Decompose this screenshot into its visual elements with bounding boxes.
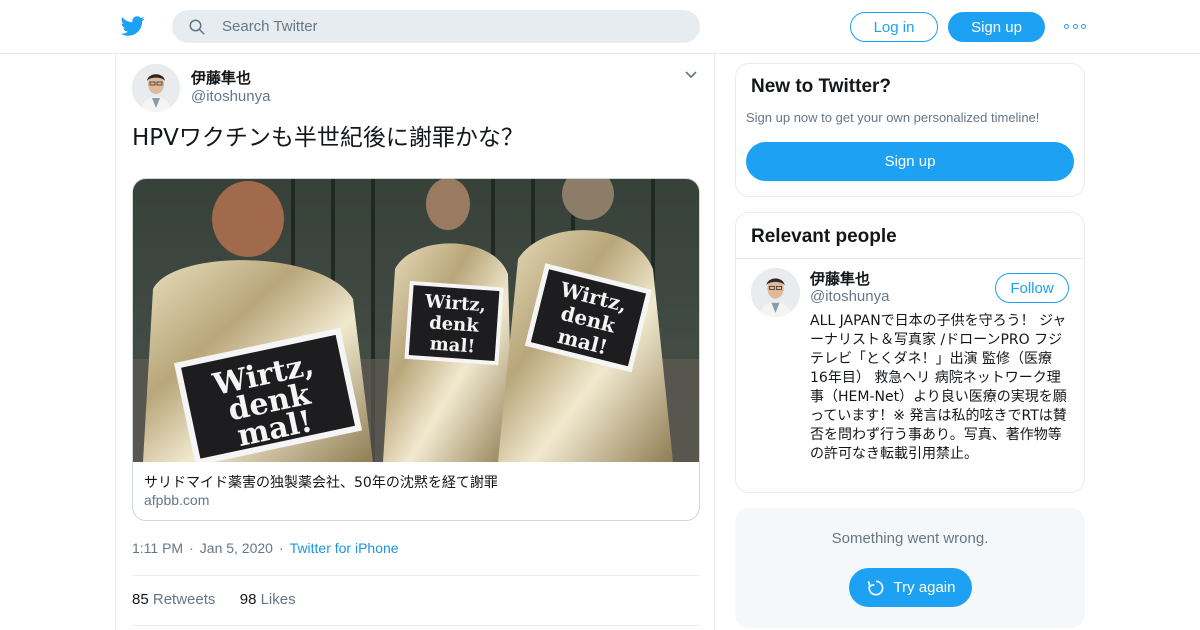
module-subtitle: Sign up now to get your own personalized… <box>746 110 1040 125</box>
card-domain[interactable]: afpbb.com <box>144 492 209 508</box>
search-input[interactable] <box>222 10 682 43</box>
new-to-twitter-module: New to Twitter? Sign up now to get your … <box>735 63 1085 197</box>
tweet-text: HPVワクチンも半世紀後に謝罪かな？ <box>132 125 524 151</box>
error-message: Something went wrong. <box>831 530 989 547</box>
person-name[interactable]: 伊藤隼也 <box>810 268 870 289</box>
tweet-source[interactable]: Twitter for iPhone <box>290 540 399 556</box>
follow-button[interactable]: Follow <box>995 273 1069 303</box>
likes-label: Likes <box>260 591 296 608</box>
search-bar[interactable] <box>172 10 700 43</box>
divider <box>132 625 700 626</box>
refresh-icon <box>867 580 883 595</box>
relevant-people-module: Relevant people 伊藤隼也 @itoshunya Follow A… <box>735 212 1085 493</box>
tweet-stats: 85 Retweets 98 Likes <box>132 591 296 608</box>
card-image[interactable]: Wirtz, denk mal! Wirtz, denk mal! Wirtz,… <box>133 179 700 462</box>
retweets-count: 85 <box>132 591 149 608</box>
chevron-down-icon[interactable] <box>684 70 698 80</box>
avatar[interactable] <box>751 268 800 317</box>
link-card[interactable]: Wirtz, denk mal! Wirtz, denk mal! Wirtz,… <box>132 178 700 521</box>
more-dots-icon[interactable] <box>1064 20 1086 32</box>
twitter-bird-icon[interactable] <box>120 14 146 38</box>
tweet-metadata: 1:11 PM · Jan 5, 2020 · Twitter for iPho… <box>132 540 399 556</box>
signup-button[interactable]: Sign up <box>948 12 1045 42</box>
avatar[interactable] <box>132 64 180 112</box>
tweet-time[interactable]: 1:11 PM <box>132 540 183 556</box>
separator-dot: · <box>278 540 284 556</box>
card-title[interactable]: サリドマイド薬害の独製薬会社、50年の沈黙を経て謝罪 <box>144 472 498 492</box>
signup-button-large[interactable]: Sign up <box>746 142 1074 181</box>
module-title: New to Twitter? <box>751 76 892 97</box>
author-name[interactable]: 伊藤隼也 <box>191 67 251 88</box>
sign-text: mal! <box>429 333 476 357</box>
tweet-detail: 伊藤隼也 @itoshunya HPVワクチンも半世紀後に謝罪かな？ Wirtz… <box>115 54 715 630</box>
try-again-label: Try again <box>893 579 956 596</box>
retweets-label: Retweets <box>152 591 216 608</box>
top-navigation-bar: Log in Sign up <box>0 0 1200 54</box>
divider <box>736 258 1084 259</box>
likes-stat[interactable]: 98 Likes <box>240 591 296 608</box>
tweet-date[interactable]: Jan 5, 2020 <box>200 540 273 556</box>
likes-count: 98 <box>239 591 257 608</box>
error-module: Something went wrong. Try again <box>735 508 1085 628</box>
module-title: Relevant people <box>751 226 897 247</box>
separator-dot: · <box>189 540 194 556</box>
login-button[interactable]: Log in <box>850 12 938 42</box>
person-bio: ALL JAPANで日本の子供を守ろう！ ジャーナリスト＆写真家 /ドローンPR… <box>810 313 1067 462</box>
person-handle[interactable]: @itoshunya <box>810 288 889 305</box>
try-again-button[interactable]: Try again <box>849 568 972 607</box>
retweets-stat[interactable]: 85 Retweets <box>132 591 215 608</box>
search-icon <box>189 19 205 35</box>
author-handle[interactable]: @itoshunya <box>191 88 270 105</box>
divider <box>132 575 700 576</box>
